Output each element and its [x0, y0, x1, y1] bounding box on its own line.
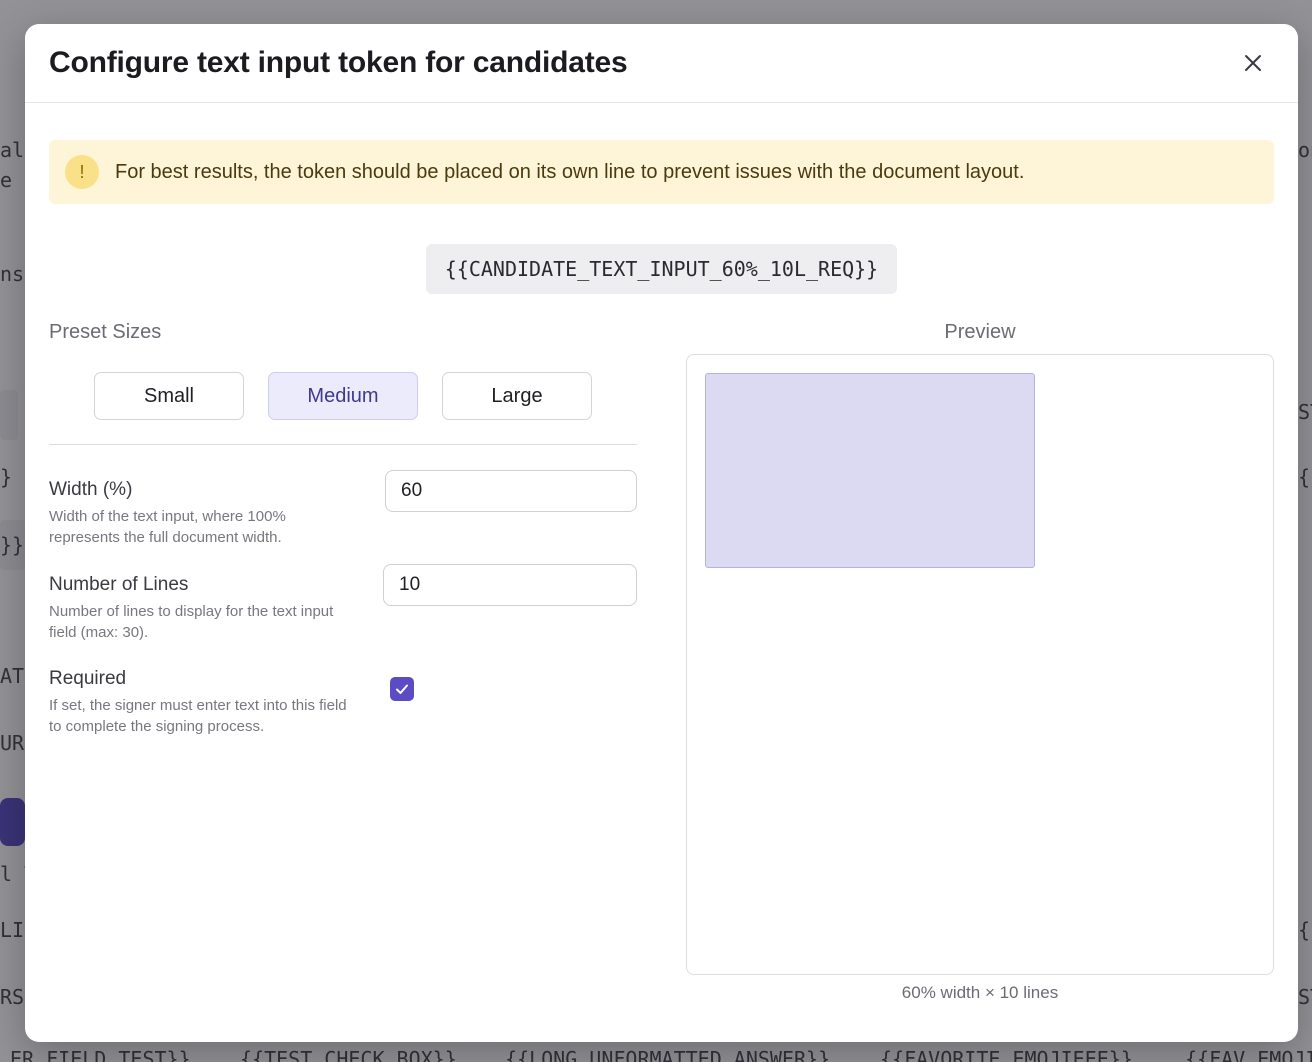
- preview-caption: 60% width × 10 lines: [901, 983, 1059, 1002]
- checkmark-icon: [396, 684, 408, 694]
- modal-title: Configure text input token for candidate…: [49, 46, 628, 79]
- width-field-title: Width (%): [49, 479, 133, 500]
- lines-field-title: Number of Lines: [49, 574, 189, 595]
- required-field-description: If set, the signer must enter text into …: [49, 697, 347, 735]
- required-field-title: Required: [49, 668, 127, 689]
- width-field-description: Width of the text input, where 100% repr…: [49, 508, 286, 546]
- preview-label: Preview: [944, 321, 1016, 343]
- token-code[interactable]: {{CANDIDATE_TEXT_INPUT_60%_10L_REQ}}: [426, 244, 897, 294]
- close-icon: [1245, 55, 1261, 71]
- preset-size-group: Small Medium Large: [94, 372, 592, 420]
- close-button[interactable]: [1242, 52, 1264, 74]
- preview-text-input: [705, 373, 1035, 568]
- required-checkbox[interactable]: [390, 677, 414, 701]
- configure-token-modal: Configure text input token for candidate…: [25, 24, 1298, 1042]
- lines-field-description: Number of lines to display for the text …: [49, 603, 334, 641]
- preset-large-button[interactable]: Large: [442, 372, 592, 420]
- layout-warning-alert: ! For best results, the token should be …: [49, 140, 1274, 204]
- preset-small-button[interactable]: Small: [94, 372, 244, 420]
- width-input[interactable]: [385, 470, 637, 512]
- alert-text: For best results, the token should be pl…: [115, 160, 1025, 183]
- preset-sizes-label: Preset Sizes: [49, 321, 162, 343]
- lines-input[interactable]: [383, 564, 637, 606]
- section-divider: [49, 444, 637, 445]
- modal-header: Configure text input token for candidate…: [25, 24, 1298, 103]
- preview-panel: [686, 354, 1274, 975]
- warning-icon: !: [65, 155, 99, 189]
- preset-medium-button[interactable]: Medium: [268, 372, 418, 420]
